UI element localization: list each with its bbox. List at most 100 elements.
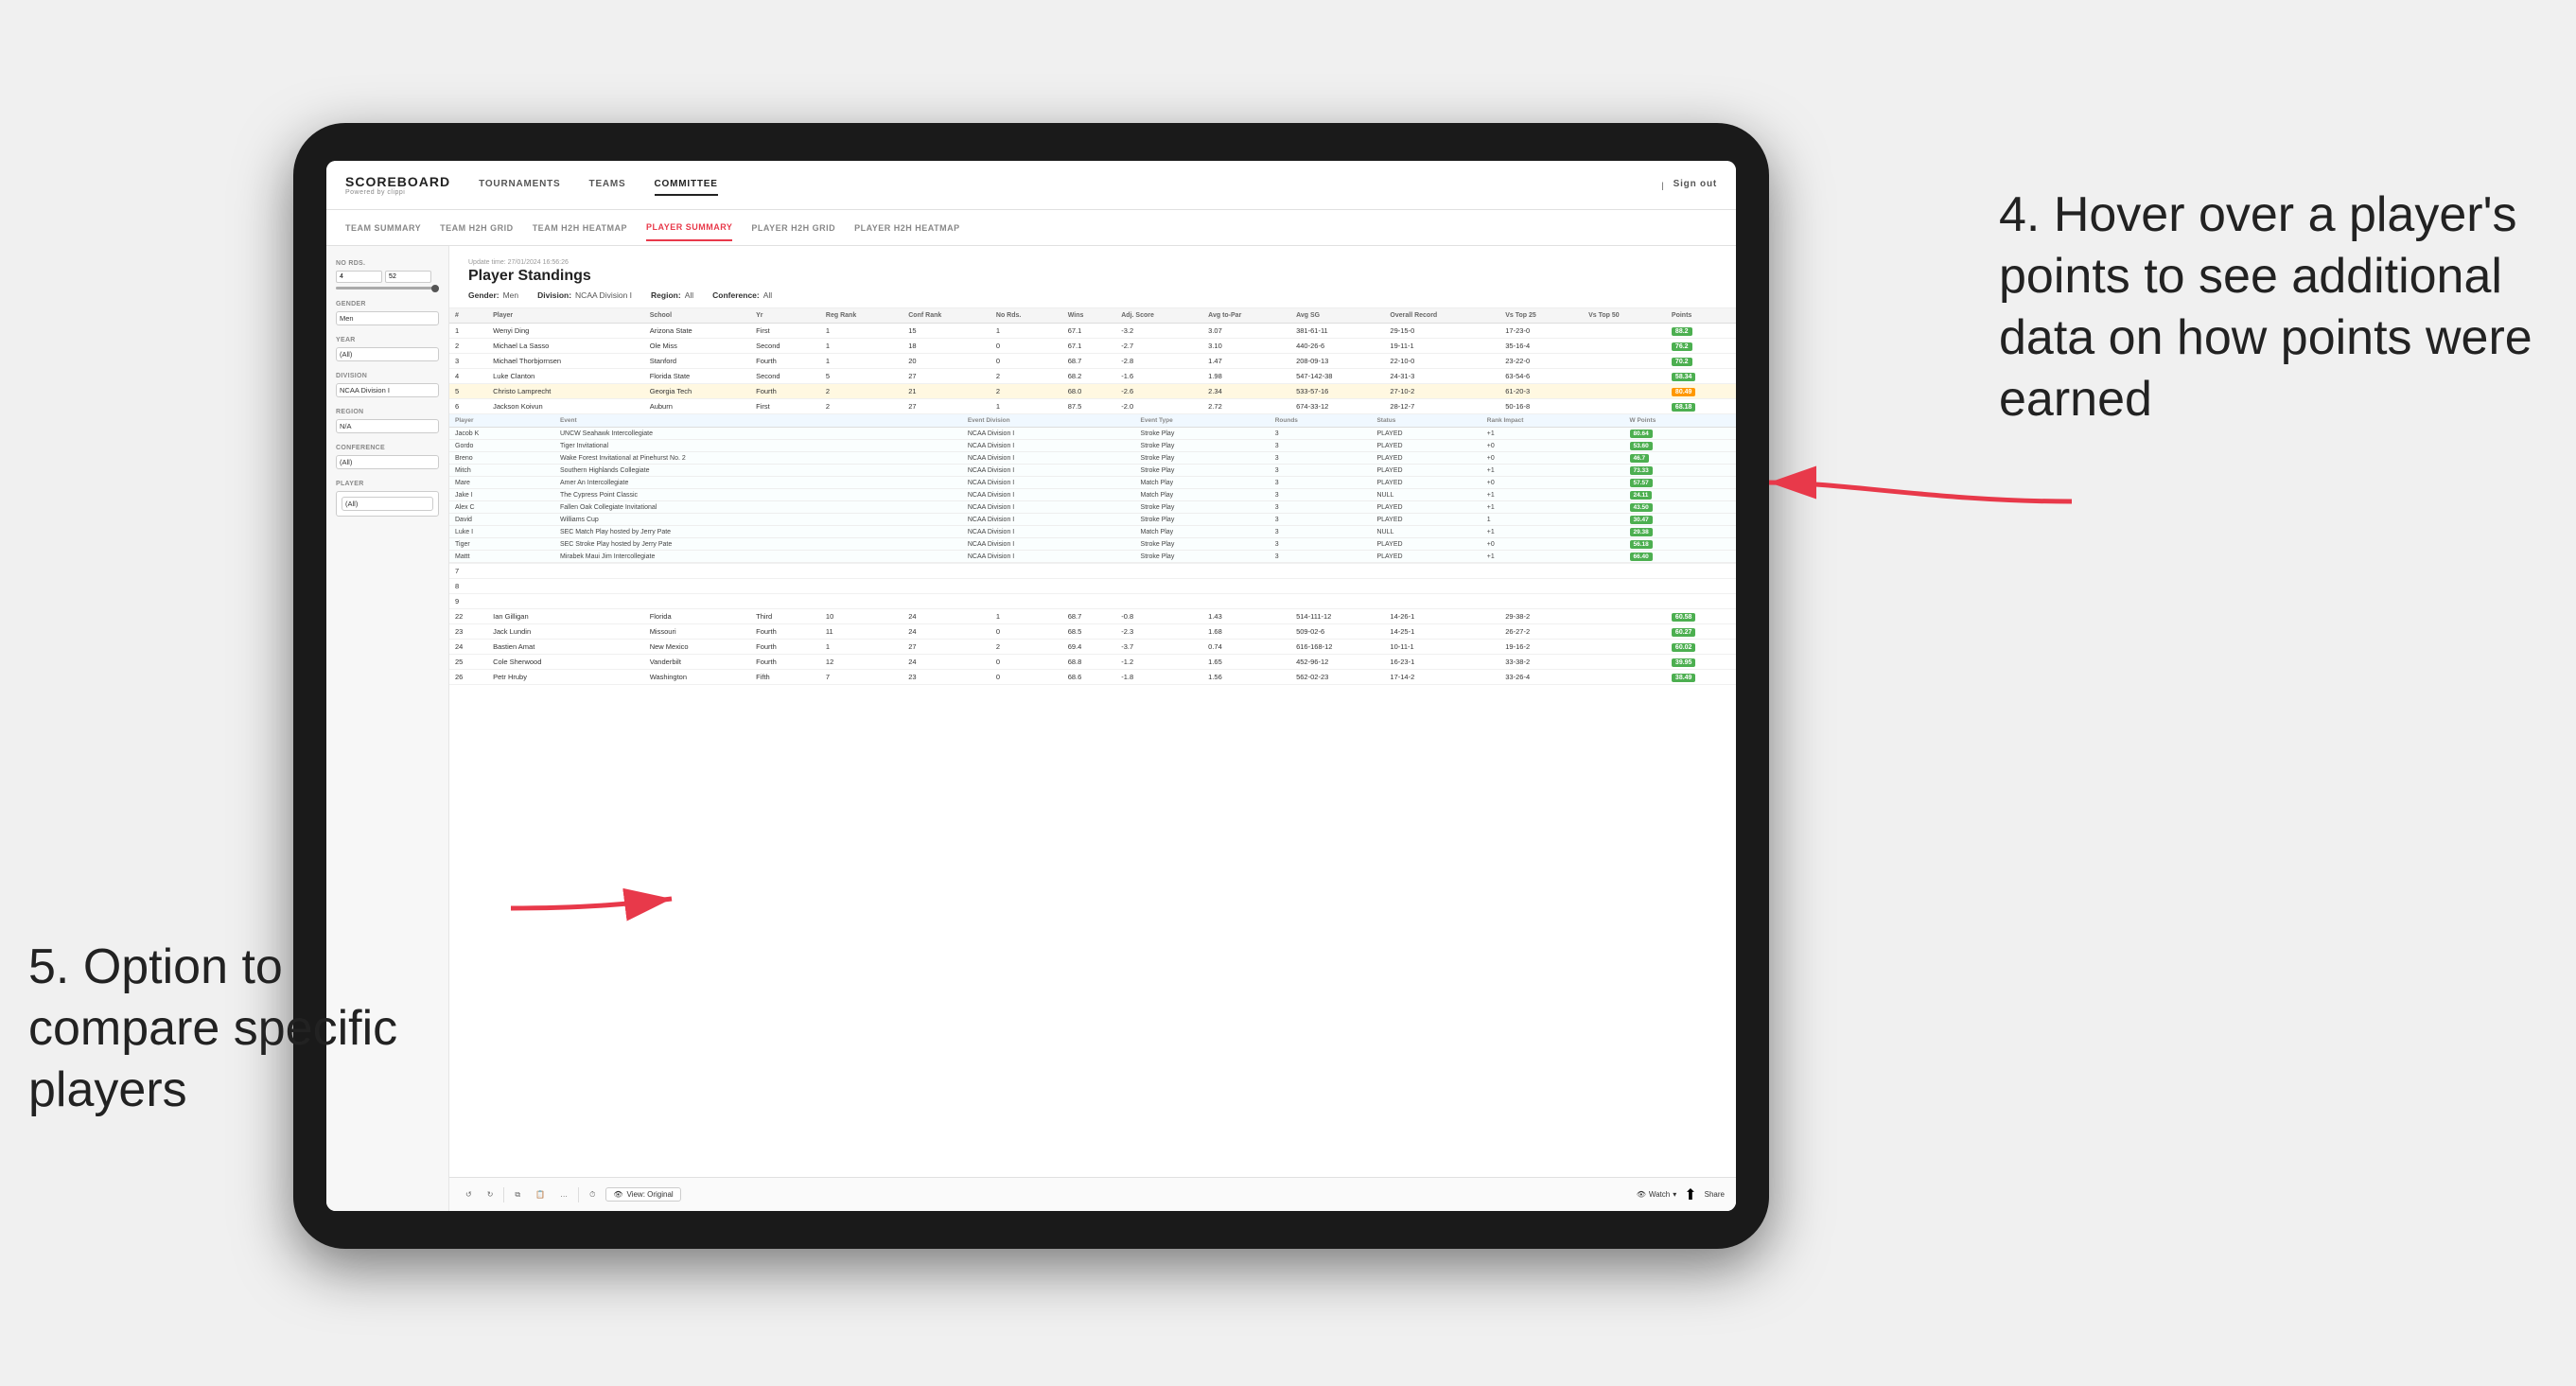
inner-cell-rank: +1	[1481, 465, 1624, 477]
sidebar-slider-track[interactable]	[336, 287, 439, 289]
sidebar-region-select[interactable]: N/A	[336, 419, 439, 433]
cell-points[interactable]: 39.95	[1666, 655, 1736, 670]
cell-vs25: 19-16-2	[1499, 640, 1583, 655]
table-row[interactable]: 26 Petr Hruby Washington Fifth 7 23 0 68…	[449, 670, 1736, 685]
col-rank: #	[449, 308, 487, 324]
inner-cell-player: Jake I	[449, 489, 554, 501]
table-row[interactable]: 9	[449, 594, 1736, 609]
table-row[interactable]: 22 Ian Gilligan Florida Third 10 24 1 68…	[449, 609, 1736, 624]
cell-avg-to-par: 1.68	[1202, 624, 1290, 640]
inner-cell-rounds: 3	[1270, 514, 1372, 526]
points-badge: 76.2	[1672, 342, 1692, 351]
toolbar-share-btn[interactable]: Share	[1705, 1190, 1725, 1199]
cell-points	[1666, 579, 1736, 594]
subnav-player-h2h-grid[interactable]: PLAYER H2H GRID	[751, 216, 835, 240]
cell-no-rds: 0	[990, 655, 1062, 670]
subnav-player-h2h-heatmap[interactable]: PLAYER H2H HEATMAP	[854, 216, 960, 240]
cell-points[interactable]: 58.34	[1666, 369, 1736, 384]
nav-teams[interactable]: TEAMS	[589, 174, 626, 196]
sidebar-slider-thumb[interactable]	[431, 285, 439, 292]
sidebar-conference-select[interactable]: (All)	[336, 455, 439, 469]
toolbar-right: 👁 Watch ▾ ⬆ Share	[1637, 1185, 1725, 1204]
conference-value: All	[763, 290, 772, 300]
table-row[interactable]: 3 Michael Thorbjornsen Stanford Fourth 1…	[449, 354, 1736, 369]
inner-cell-rounds: 3	[1270, 452, 1372, 465]
cell-player: Wenyi Ding	[487, 324, 644, 339]
division-label: Division:	[537, 290, 571, 300]
update-time: Update time: 27/01/2024 16:56:26	[468, 259, 591, 266]
table-row[interactable]: 24 Bastien Amat New Mexico Fourth 1 27 2…	[449, 640, 1736, 655]
cell-points[interactable]: 68.18	[1666, 399, 1736, 414]
cell-points[interactable]: 60.58	[1666, 609, 1736, 624]
cell-points[interactable]: 88.2	[1666, 324, 1736, 339]
table-row[interactable]: 6 Jackson Koivun Auburn First 2 27 1 87.…	[449, 399, 1736, 414]
cell-reg-rank: 5	[820, 369, 902, 384]
cell-overall: 14-26-1	[1384, 609, 1499, 624]
toolbar-paste-btn[interactable]: 📋	[531, 1187, 550, 1202]
nav-committee[interactable]: COMMITTEE	[655, 174, 718, 196]
cell-points[interactable]: 38.49	[1666, 670, 1736, 685]
inner-cell-status: PLAYED	[1371, 514, 1481, 526]
inner-cell-status: PLAYED	[1371, 538, 1481, 551]
inner-cell-status: NULL	[1371, 489, 1481, 501]
cell-rank: 22	[449, 609, 487, 624]
table-row-highlighted[interactable]: 5 Christo Lamprecht Georgia Tech Fourth …	[449, 384, 1736, 399]
inner-cell-rounds: 3	[1270, 526, 1372, 538]
sidebar-division-select[interactable]: NCAA Division I	[336, 383, 439, 397]
cell-rank: 1	[449, 324, 487, 339]
nav-tournaments[interactable]: TOURNAMENTS	[479, 174, 560, 196]
inner-cell-player: Mattt	[449, 551, 554, 563]
points-badge-orange: 80.49	[1672, 388, 1696, 396]
cell-points[interactable]: 80.49	[1666, 384, 1736, 399]
cell-no-rds: 2	[990, 369, 1062, 384]
cell-vs25: 29-38-2	[1499, 609, 1583, 624]
cell-conf-rank: 18	[902, 339, 990, 354]
sidebar-year-select[interactable]: (All)	[336, 347, 439, 361]
table-row[interactable]: 23 Jack Lundin Missouri Fourth 11 24 0 6…	[449, 624, 1736, 640]
nav-sign-out[interactable]: Sign out	[1674, 174, 1717, 196]
inner-cell-player: Breno	[449, 452, 554, 465]
cell-rank: 25	[449, 655, 487, 670]
sidebar-no-rds-min[interactable]	[336, 271, 382, 283]
cell-points[interactable]: 60.27	[1666, 624, 1736, 640]
inner-cell-player: Tiger	[449, 538, 554, 551]
cell-avg-sg: 674-33-12	[1290, 399, 1384, 414]
table-row[interactable]: 7	[449, 564, 1736, 579]
sidebar-gender-select[interactable]: Men	[336, 311, 439, 325]
cell-rank: 7	[449, 564, 487, 579]
toolbar-clock-btn[interactable]: ⏱	[585, 1187, 600, 1202]
cell-points[interactable]: 76.2	[1666, 339, 1736, 354]
sidebar-player-label: Player	[336, 481, 439, 487]
subnav-team-h2h-grid[interactable]: TEAM H2H GRID	[440, 216, 514, 240]
cell-no-rds: 0	[990, 339, 1062, 354]
table-row[interactable]: 8	[449, 579, 1736, 594]
sidebar-no-rds-max[interactable]	[385, 271, 431, 283]
toolbar-copy-btn[interactable]: ⧉	[510, 1187, 525, 1202]
inner-cell-event: UNCW Seahawk Intercollegiate	[554, 428, 962, 440]
toolbar-view-btn[interactable]: 👁 View: Original	[605, 1187, 680, 1202]
subnav-player-summary[interactable]: PLAYER SUMMARY	[646, 215, 732, 241]
toolbar-undo-btn[interactable]: ↺	[461, 1187, 477, 1202]
toolbar-ellipsis-btn[interactable]: …	[555, 1187, 572, 1202]
table-row[interactable]: 2 Michael La Sasso Ole Miss Second 1 18 …	[449, 339, 1736, 354]
subnav-team-summary[interactable]: TEAM SUMMARY	[345, 216, 421, 240]
w-points-badge: 24.11	[1630, 491, 1653, 500]
cell-conf-rank: 15	[902, 324, 990, 339]
subnav-team-h2h-heatmap[interactable]: TEAM H2H HEATMAP	[533, 216, 627, 240]
cell-wins: 68.2	[1062, 369, 1116, 384]
toolbar-export-icon[interactable]: ⬆	[1684, 1185, 1696, 1204]
cell-vs25: 63-54-6	[1499, 369, 1583, 384]
cell-rank: 24	[449, 640, 487, 655]
table-row[interactable]: 4 Luke Clanton Florida State Second 5 27…	[449, 369, 1736, 384]
toolbar-redo-btn[interactable]: ↻	[482, 1187, 499, 1202]
cell-school: Georgia Tech	[644, 384, 750, 399]
cell-points[interactable]: 60.02	[1666, 640, 1736, 655]
cell-points[interactable]: 70.2	[1666, 354, 1736, 369]
inner-cell-event: The Cypress Point Classic	[554, 489, 962, 501]
table-row[interactable]: 1 Wenyi Ding Arizona State First 1 15 1 …	[449, 324, 1736, 339]
toolbar-watch-btn[interactable]: 👁 Watch ▾	[1637, 1190, 1677, 1199]
inner-cell-rounds: 3	[1270, 551, 1372, 563]
cell-vs50	[1583, 655, 1666, 670]
table-row[interactable]: 25 Cole Sherwood Vanderbilt Fourth 12 24…	[449, 655, 1736, 670]
sidebar-player-select[interactable]: (All)	[342, 497, 433, 511]
